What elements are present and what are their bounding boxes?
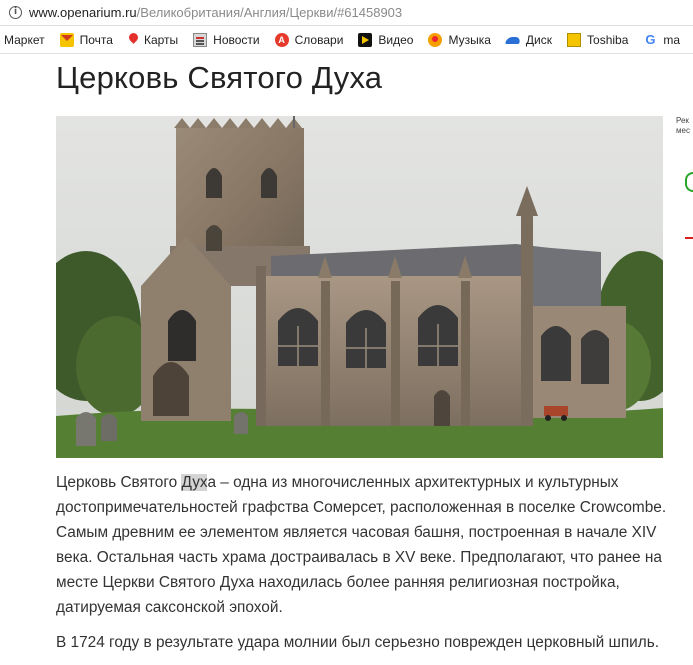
url-path: /Великобритания/Англия/Церкви/#61458903 [136, 5, 403, 20]
church-photo [56, 116, 663, 458]
bookmark-toshiba[interactable]: Toshiba [567, 33, 628, 47]
info-icon[interactable]: i [9, 6, 22, 19]
bookmark-label: Почта [79, 33, 113, 47]
bookmark-label: Музыка [448, 33, 491, 47]
bookmark-google[interactable]: G ma [643, 32, 681, 48]
bookmark-disk[interactable]: Диск [506, 33, 552, 47]
paragraph-text: Церковь Святого [56, 474, 182, 491]
highlighted-word: Дух [181, 474, 208, 491]
bookmark-label: ma [663, 33, 681, 47]
google-icon: G [645, 32, 656, 47]
bookmark-market[interactable]: Маркет [4, 33, 45, 47]
map-pin-icon [128, 33, 138, 47]
news-icon [193, 33, 208, 47]
ad-label-line: мес [676, 126, 690, 135]
bookmark-label: Диск [525, 33, 553, 47]
video-icon [358, 33, 373, 47]
ad-label-line: Рек [676, 116, 689, 125]
address-bar[interactable]: i www.openarium.ru/Великобритания/Англия… [0, 0, 693, 26]
sidebar-green-mark [685, 172, 693, 192]
mail-icon [59, 33, 74, 47]
article-paragraph: В 1724 году в результате удара молнии бы… [56, 634, 660, 651]
bookmark-news[interactable]: Новости [193, 33, 260, 47]
page-title: Церковь Святого Духа [56, 60, 383, 95]
bookmark-label: Новости [213, 33, 260, 47]
music-icon [428, 33, 443, 47]
bookmark-mail[interactable]: Почта [59, 33, 113, 47]
url-text[interactable]: www.openarium.ru/Великобритания/Англия/Ц… [29, 5, 402, 20]
paragraph-text: а – одна из многочисленных архитектурных… [56, 474, 667, 616]
toshiba-icon [567, 33, 582, 47]
disk-icon [506, 33, 520, 47]
bookmark-video[interactable]: Видео [358, 33, 413, 47]
bookmark-label: Словари [294, 33, 344, 47]
article-body: Церковь Святого Духа – одна из многочисл… [56, 470, 693, 665]
bookmark-music[interactable]: Музыка [428, 33, 491, 47]
bookmark-maps[interactable]: Карты [128, 33, 178, 47]
ad-label: Рек мес [676, 116, 693, 136]
bookmark-label: Toshiba [587, 33, 629, 47]
bookmark-label: Карты [143, 33, 179, 47]
sidebar-red-mark [685, 237, 693, 239]
dictionary-icon: A [274, 33, 289, 47]
bookmarks-bar: Маркет Почта Карты Новости A Словари Вид… [0, 27, 693, 54]
bookmark-dictionaries[interactable]: A Словари [274, 33, 344, 47]
bookmark-label: Видео [378, 33, 414, 47]
bookmark-label: Маркет [4, 33, 45, 47]
url-host: www.openarium.ru [29, 5, 137, 20]
article-paragraph: Церковь Святого Духа – одна из многочисл… [56, 470, 688, 620]
